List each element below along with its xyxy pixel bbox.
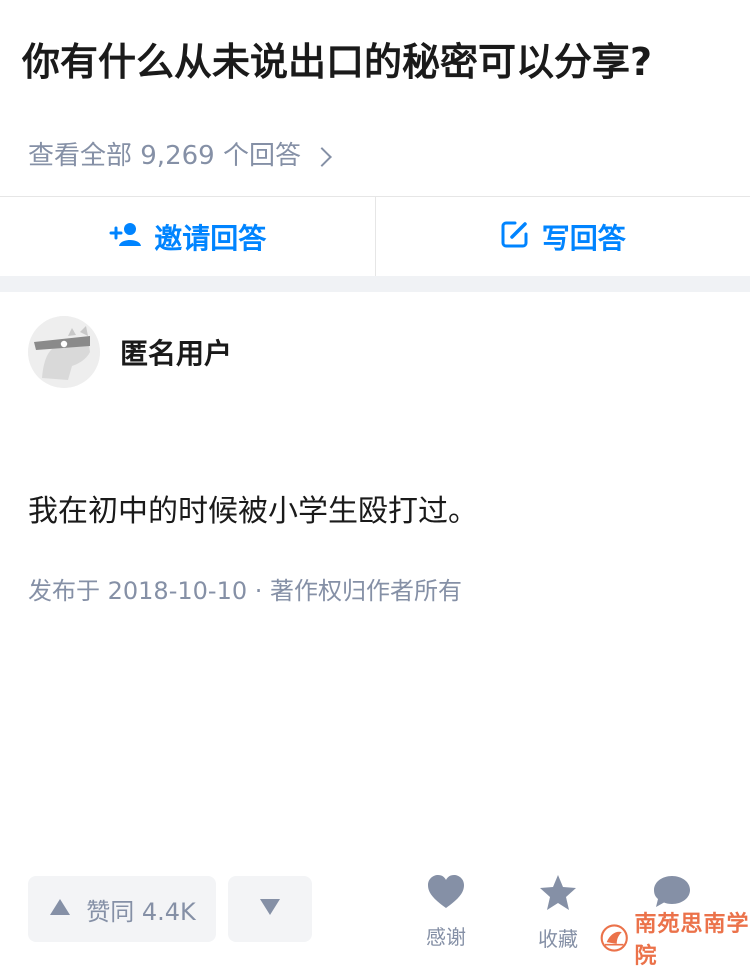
favorite-label: 收藏 xyxy=(538,923,578,952)
write-answer-label: 写回答 xyxy=(542,217,626,257)
invite-answer-button[interactable]: 邀请回答 xyxy=(0,197,375,277)
triangle-up-icon xyxy=(48,895,72,923)
anonymous-avatar-icon xyxy=(28,316,100,388)
add-user-icon xyxy=(108,219,142,256)
heart-icon xyxy=(426,874,466,915)
chevron-right-icon xyxy=(312,147,332,167)
edit-icon xyxy=(500,219,530,256)
author-name[interactable]: 匿名用户 xyxy=(120,332,232,372)
thanks-button[interactable]: 感谢 xyxy=(426,874,466,950)
upvote-label: 赞同 4.4K xyxy=(86,892,196,927)
star-icon xyxy=(538,874,578,917)
section-divider xyxy=(0,276,750,292)
watermark-text: 南苑思南学院 xyxy=(634,906,750,970)
triangle-down-icon xyxy=(258,897,282,921)
downvote-button[interactable] xyxy=(228,876,312,942)
invite-answer-label: 邀请回答 xyxy=(154,217,266,257)
watermark-logo: 南苑思南学院 xyxy=(600,906,750,970)
sail-logo-icon xyxy=(600,921,628,955)
question-action-bar: 邀请回答 写回答 xyxy=(0,196,750,277)
avatar[interactable] xyxy=(28,316,100,388)
view-all-answers-link[interactable]: 查看全部 9,269 个回答 xyxy=(28,138,329,174)
view-all-label: 查看全部 9,269 个回答 xyxy=(28,138,301,174)
answer-meta: 发布于 2018-10-10 · 著作权归作者所有 xyxy=(28,574,462,608)
upvote-button[interactable]: 赞同 4.4K xyxy=(28,876,216,942)
answer-content[interactable]: 我在初中的时候被小学生殴打过。 xyxy=(28,490,478,534)
answer-card xyxy=(0,292,750,956)
favorite-button[interactable]: 收藏 xyxy=(538,874,578,952)
thanks-label: 感谢 xyxy=(426,921,466,950)
write-answer-button[interactable]: 写回答 xyxy=(375,197,750,277)
question-title[interactable]: 你有什么从未说出口的秘密可以分享? xyxy=(22,38,652,86)
answer-author[interactable]: 匿名用户 xyxy=(28,316,232,388)
